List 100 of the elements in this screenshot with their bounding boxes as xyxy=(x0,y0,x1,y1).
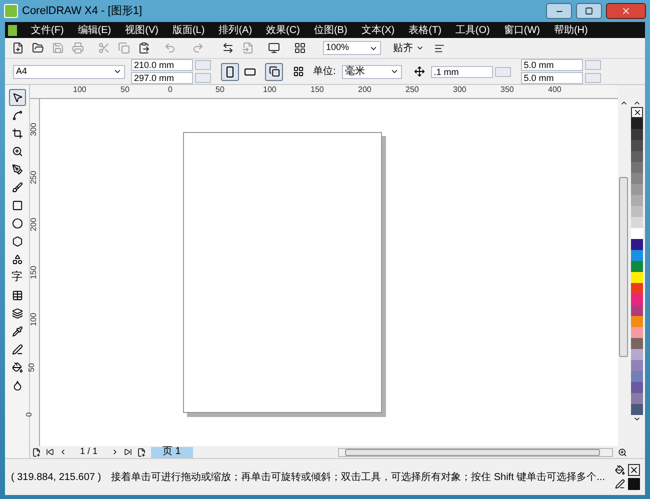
color-swatch[interactable] xyxy=(631,393,643,404)
menu-item[interactable]: 编辑(E) xyxy=(78,22,112,38)
menu-item[interactable]: 表格(T) xyxy=(408,22,442,38)
unit-dropdown[interactable]: 毫米 xyxy=(342,64,402,78)
page-size-dropdown[interactable]: A4 xyxy=(13,64,125,78)
close-icon xyxy=(621,6,631,16)
color-swatch[interactable] xyxy=(631,316,643,327)
color-swatch[interactable] xyxy=(631,239,643,250)
caret-icon xyxy=(416,44,424,52)
ruler-label: 150 xyxy=(29,265,38,279)
spin-button[interactable] xyxy=(584,60,601,70)
scrollbar-thumb[interactable] xyxy=(345,448,600,456)
spin-button[interactable] xyxy=(195,73,211,83)
pick-tool[interactable] xyxy=(8,89,26,106)
number-field[interactable]: .1 mm xyxy=(430,66,493,78)
color-swatch[interactable] xyxy=(631,118,643,129)
color-swatch[interactable] xyxy=(631,184,643,195)
ruler-label: 0 xyxy=(168,85,172,94)
no-color-swatch[interactable] xyxy=(631,107,643,118)
ruler-label: 150 xyxy=(310,85,324,94)
paste-icon xyxy=(138,42,150,54)
document-icon xyxy=(8,24,17,36)
horizontal-scrollbar[interactable] xyxy=(338,448,613,456)
color-swatch[interactable] xyxy=(631,338,643,349)
close-button[interactable] xyxy=(606,3,646,19)
color-swatch[interactable] xyxy=(631,173,643,184)
menu-item[interactable]: 文件(F) xyxy=(31,22,64,38)
fill-icon xyxy=(614,465,625,475)
zoom-icon xyxy=(618,448,627,456)
color-swatch[interactable] xyxy=(631,371,643,382)
ruler-label: 200 xyxy=(29,218,38,232)
eyedropper-icon xyxy=(12,326,22,337)
cursor-coordinates: ( 319.884, 215.607 ) xyxy=(11,470,102,484)
color-swatch[interactable] xyxy=(631,195,643,206)
number-field[interactable]: 5.0 mm xyxy=(520,72,583,84)
color-swatch[interactable] xyxy=(631,250,643,261)
zoom-dropdown[interactable]: 100% xyxy=(323,41,381,55)
color-swatch[interactable] xyxy=(631,129,643,140)
color-swatch[interactable] xyxy=(631,294,643,305)
color-swatch[interactable] xyxy=(631,382,643,393)
menu-item[interactable]: 帮助(H) xyxy=(554,22,588,38)
paint-bucket-icon xyxy=(12,362,22,373)
ruler-label: 300 xyxy=(453,85,466,94)
menu-item[interactable]: 效果(C) xyxy=(266,22,300,38)
page-tab[interactable]: 页 1 xyxy=(150,446,193,458)
portrait-page-icon xyxy=(224,66,236,78)
color-swatch[interactable] xyxy=(631,305,643,316)
menu-item[interactable]: 视图(V) xyxy=(125,22,158,38)
ruler-label: 400 xyxy=(548,85,562,94)
grid-icon xyxy=(292,66,304,77)
brush-icon xyxy=(12,182,22,193)
color-swatch[interactable] xyxy=(631,327,643,338)
undo-icon xyxy=(164,42,176,54)
number-field[interactable]: 297.0 mm xyxy=(131,72,193,84)
minimize-button[interactable] xyxy=(546,3,572,19)
color-swatch[interactable] xyxy=(631,261,643,272)
maximize-button[interactable] xyxy=(576,3,602,19)
color-swatch[interactable] xyxy=(631,360,643,371)
spin-button[interactable] xyxy=(195,60,211,70)
color-swatch[interactable] xyxy=(631,349,643,360)
ruler-label: 0 xyxy=(24,412,34,417)
last-page-icon xyxy=(124,448,132,456)
color-swatch[interactable] xyxy=(631,272,643,283)
spin-button[interactable] xyxy=(584,73,601,83)
color-swatch[interactable] xyxy=(631,151,643,162)
menu-item[interactable]: 位图(B) xyxy=(314,22,348,38)
pointer-icon xyxy=(12,92,22,103)
color-swatch[interactable] xyxy=(631,217,643,228)
number-field[interactable]: 210.0 mm xyxy=(131,59,193,71)
portrait-button[interactable] xyxy=(221,62,239,80)
color-swatch[interactable] xyxy=(631,404,643,415)
menu-item[interactable]: 排列(A) xyxy=(218,22,252,38)
open-icon xyxy=(32,42,44,54)
menu-item[interactable]: 文本(X) xyxy=(361,22,395,38)
spin-button[interactable] xyxy=(494,66,511,76)
pages-icon xyxy=(268,66,280,77)
outline-icon xyxy=(614,479,625,489)
circle-icon xyxy=(12,218,22,229)
app-logo-icon xyxy=(4,4,18,18)
layers-icon xyxy=(12,308,22,319)
menu-item[interactable]: 窗口(W) xyxy=(504,22,540,38)
color-swatch[interactable] xyxy=(631,162,643,173)
redo-icon xyxy=(192,42,204,54)
menu-item[interactable]: 版面(L) xyxy=(172,22,205,38)
ruler-label: 300 xyxy=(29,122,38,136)
ruler-label: 100 xyxy=(263,85,276,94)
scrollbar-thumb[interactable] xyxy=(619,177,628,357)
text-tool[interactable]: 字 xyxy=(8,269,26,286)
number-field[interactable]: 5.0 mm xyxy=(520,59,583,71)
ruler-label: 50 xyxy=(26,362,36,372)
export-icon xyxy=(242,42,254,54)
menu-item[interactable]: 工具(O) xyxy=(455,22,490,38)
snap-button[interactable]: 贴齐 xyxy=(393,40,424,56)
color-swatch[interactable] xyxy=(631,206,643,217)
all-pages-button[interactable] xyxy=(265,62,283,80)
landscape-page-icon xyxy=(244,66,256,78)
color-swatch[interactable] xyxy=(631,283,643,294)
color-swatch[interactable] xyxy=(631,140,643,151)
color-swatch[interactable] xyxy=(631,228,643,239)
droplet-icon xyxy=(12,380,22,391)
